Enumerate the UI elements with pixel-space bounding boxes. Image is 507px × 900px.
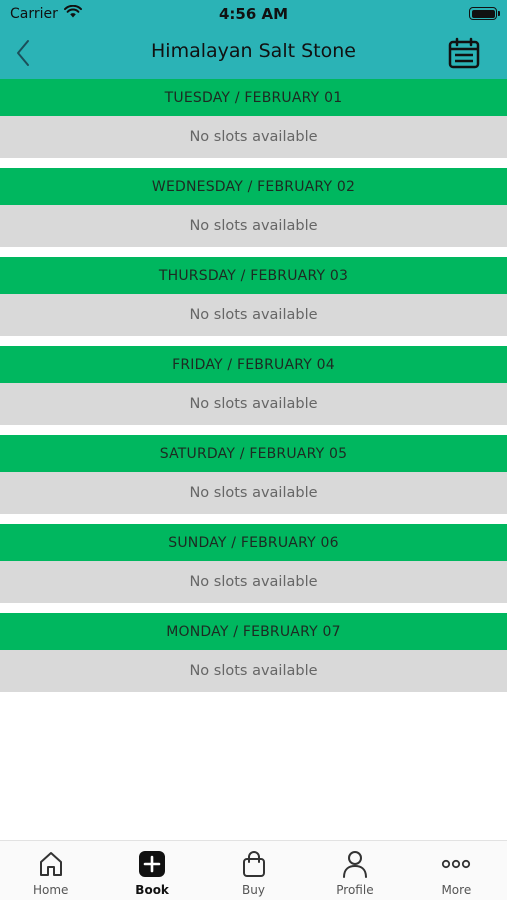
no-slots-message: No slots available [0, 294, 507, 336]
day-header: SUNDAY / FEBRUARY 06 [0, 524, 507, 561]
day-section: SUNDAY / FEBRUARY 06 No slots available [0, 524, 507, 603]
more-dots-icon [440, 849, 472, 879]
day-header: FRIDAY / FEBRUARY 04 [0, 346, 507, 383]
person-icon [339, 849, 371, 879]
status-time: 4:56 AM [218, 5, 289, 23]
no-slots-message: No slots available [0, 116, 507, 158]
day-header: THURSDAY / FEBRUARY 03 [0, 257, 507, 294]
calendar-icon [448, 37, 480, 69]
day-header: TUESDAY / FEBRUARY 01 [0, 79, 507, 116]
page-title: Himalayan Salt Stone [151, 40, 356, 62]
home-icon [35, 849, 67, 879]
day-header: WEDNESDAY / FEBRUARY 02 [0, 168, 507, 205]
day-section: THURSDAY / FEBRUARY 03 No slots availabl… [0, 257, 507, 336]
battery-icon [469, 7, 500, 20]
navigation-bar: Himalayan Salt Stone [0, 28, 507, 79]
day-section: TUESDAY / FEBRUARY 01 No slots available [0, 79, 507, 158]
day-section: WEDNESDAY / FEBRUARY 02 No slots availab… [0, 168, 507, 247]
tab-label: Profile [336, 883, 374, 897]
no-slots-message: No slots available [0, 561, 507, 603]
status-bar: Carrier 4:56 AM [0, 0, 507, 28]
tab-label: Book [135, 883, 169, 897]
no-slots-message: No slots available [0, 472, 507, 514]
tab-home[interactable]: Home [0, 841, 101, 900]
day-section: FRIDAY / FEBRUARY 04 No slots available [0, 346, 507, 425]
tab-bar: Home Book Buy Profile More [0, 840, 507, 900]
tab-label: Buy [242, 883, 265, 897]
day-section: MONDAY / FEBRUARY 07 No slots available [0, 613, 507, 692]
no-slots-message: No slots available [0, 205, 507, 247]
tab-profile[interactable]: Profile [304, 841, 405, 900]
plus-square-icon [136, 849, 168, 879]
calendar-button[interactable] [447, 36, 481, 70]
day-section: SATURDAY / FEBRUARY 05 No slots availabl… [0, 435, 507, 514]
tab-label: Home [32, 883, 69, 897]
chevron-left-icon [17, 40, 29, 66]
tab-buy[interactable]: Buy [203, 841, 304, 900]
day-header: SATURDAY / FEBRUARY 05 [0, 435, 507, 472]
tab-more[interactable]: More [406, 841, 507, 900]
shopping-bag-icon [238, 849, 270, 879]
no-slots-message: No slots available [0, 383, 507, 425]
tab-label: More [441, 883, 472, 897]
day-header: MONDAY / FEBRUARY 07 [0, 613, 507, 650]
back-button[interactable] [10, 38, 36, 68]
top-bar: Carrier 4:56 AM Himalayan Salt Stone [0, 0, 507, 79]
tab-book[interactable]: Book [101, 841, 202, 900]
no-slots-message: No slots available [0, 650, 507, 692]
schedule-list: TUESDAY / FEBRUARY 01 No slots available… [0, 79, 507, 702]
